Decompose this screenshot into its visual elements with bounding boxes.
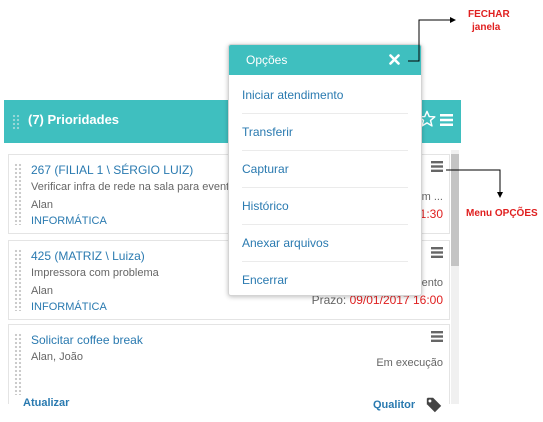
- close-annotation-line1: FECHAR: [468, 9, 510, 20]
- close-annotation-line2: janela: [472, 22, 501, 33]
- menu-annotation: Menu OPÇÕES: [466, 208, 538, 219]
- annotation-arrows: [408, 17, 503, 198]
